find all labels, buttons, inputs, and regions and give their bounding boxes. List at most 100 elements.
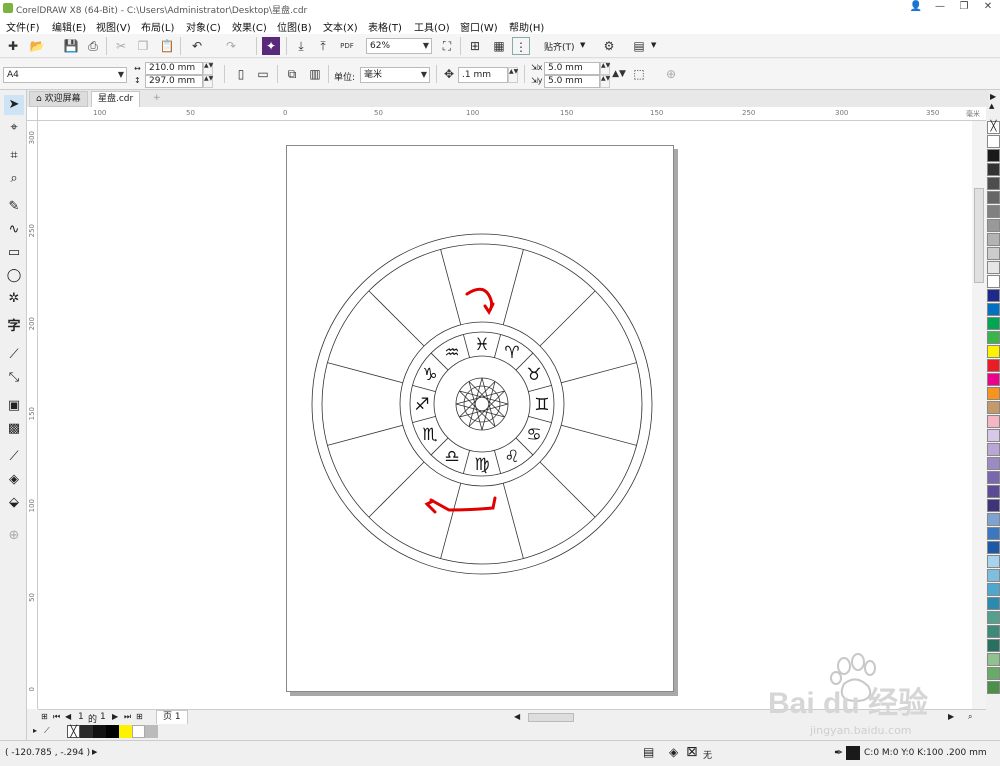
color-swatch[interactable]: [93, 725, 106, 738]
menu-text[interactable]: 文本(X): [323, 19, 358, 34]
fill-bucket-icon[interactable]: ◈: [669, 745, 678, 759]
portrait-icon[interactable]: ▯: [232, 65, 250, 83]
color-swatch[interactable]: [80, 725, 93, 738]
zoom-icon[interactable]: ⌕: [968, 712, 972, 722]
polygon-tool-icon[interactable]: ✲: [4, 289, 24, 309]
vertical-scroll-thumb[interactable]: [974, 188, 984, 283]
cut-icon[interactable]: ✂: [112, 37, 130, 55]
menu-help[interactable]: 帮助(H): [509, 19, 544, 34]
eyedropper-icon[interactable]: ⟋: [4, 447, 24, 467]
drop-shadow-icon[interactable]: ▣: [4, 396, 24, 416]
palette-swatch[interactable]: [987, 513, 1000, 526]
palette-swatch[interactable]: [987, 429, 1000, 442]
palette-swatch[interactable]: [987, 359, 1000, 372]
show-rulers-icon[interactable]: ⊞: [466, 37, 484, 55]
horizontal-ruler[interactable]: 100 50 0 50 100 150 150 250 300 350 毫米: [38, 107, 986, 121]
options-gear-icon[interactable]: ⚙: [600, 37, 618, 55]
palette-swatch[interactable]: [987, 345, 1000, 358]
duplicate-y-field[interactable]: 5.0 mm: [544, 75, 600, 88]
palette-menu-icon[interactable]: ▸: [33, 726, 37, 735]
palette-swatch[interactable]: [987, 401, 1000, 414]
show-guidelines-icon[interactable]: ⋮: [512, 37, 530, 55]
palette-swatch[interactable]: [987, 555, 1000, 568]
units-select[interactable]: 毫米 ▼: [360, 67, 430, 83]
tab-document[interactable]: 星盘.cdr: [91, 91, 141, 107]
prev-page-start-icon[interactable]: ⏮: [53, 712, 60, 722]
add-button-icon[interactable]: ⊕: [662, 65, 680, 83]
search-content-icon[interactable]: ✦: [262, 37, 280, 55]
menu-layout[interactable]: 布局(L): [141, 19, 174, 34]
crop-tool-icon[interactable]: ⌗: [4, 146, 24, 166]
palette-swatch[interactable]: [987, 331, 1000, 344]
next-page-icon[interactable]: ▶: [112, 712, 118, 721]
publish-pdf-icon[interactable]: PDF: [338, 37, 356, 55]
parallel-dimension-icon[interactable]: ⟋: [4, 345, 24, 365]
menu-tools[interactable]: 工具(O): [414, 19, 450, 34]
menu-effects[interactable]: 效果(C): [232, 19, 267, 34]
menu-window[interactable]: 窗口(W): [460, 19, 498, 34]
save-icon[interactable]: 💾: [62, 37, 80, 55]
palette-swatch[interactable]: [987, 317, 1000, 330]
page-size-select[interactable]: A4 ▼: [3, 67, 127, 83]
palette-swatch[interactable]: [987, 135, 1000, 148]
all-pages-icon[interactable]: ⧉: [283, 65, 301, 83]
nudge-distance-field[interactable]: .1 mm: [458, 67, 508, 83]
palette-swatch[interactable]: [987, 163, 1000, 176]
menu-bitmaps[interactable]: 位图(B): [277, 19, 312, 34]
width-spinner[interactable]: ▲▼: [203, 62, 213, 75]
application-launcher-icon[interactable]: ▤: [630, 37, 648, 55]
palette-swatch[interactable]: [987, 611, 1000, 624]
ruler-corner[interactable]: [27, 107, 38, 121]
palette-swatch[interactable]: [987, 667, 1000, 680]
add-tab-button[interactable]: +: [147, 91, 167, 107]
palette-swatch[interactable]: [987, 457, 1000, 470]
palette-swatch[interactable]: [987, 541, 1000, 554]
horizontal-scroll-thumb[interactable]: [528, 713, 574, 722]
ellipse-tool-icon[interactable]: ◯: [4, 266, 24, 286]
color-swatch[interactable]: [145, 725, 158, 738]
menu-view[interactable]: 视图(V): [96, 19, 131, 34]
palette-swatch[interactable]: [987, 569, 1000, 582]
spinner-step-icon[interactable]: ▲▼: [610, 65, 628, 83]
color-swatch[interactable]: [119, 725, 132, 738]
palette-swatch[interactable]: [987, 219, 1000, 232]
page-border-icon[interactable]: ⬚: [630, 65, 648, 83]
palette-swatch[interactable]: [987, 681, 1000, 694]
interactive-fill-icon[interactable]: ◈: [4, 470, 24, 490]
color-swatch[interactable]: [106, 725, 119, 738]
artistic-media-icon[interactable]: ∿: [4, 220, 24, 240]
menu-edit[interactable]: 编辑(E): [52, 19, 86, 34]
open-folder-icon[interactable]: 📂: [28, 37, 46, 55]
palette-scroll-up-icon[interactable]: ▲: [989, 102, 994, 110]
transparency-icon[interactable]: ▩: [4, 419, 24, 439]
palette-swatch[interactable]: [987, 289, 1000, 302]
palette-swatch[interactable]: [987, 625, 1000, 638]
export-icon[interactable]: ⤒: [314, 37, 332, 55]
paste-icon[interactable]: 📋: [158, 37, 176, 55]
duplicate-x-spinner[interactable]: ▲▼: [600, 62, 610, 75]
import-icon[interactable]: ⤓: [292, 37, 310, 55]
pen-outline-icon[interactable]: ✒: [834, 746, 843, 759]
palette-swatch[interactable]: [987, 499, 1000, 512]
palette-swatch[interactable]: [987, 653, 1000, 666]
text-tool-icon[interactable]: 字: [4, 317, 24, 337]
no-color-swatch[interactable]: ╳: [67, 725, 80, 738]
full-screen-icon[interactable]: ⛶: [438, 37, 456, 55]
zoom-level-field[interactable]: 62% ▼: [366, 38, 432, 54]
pick-tool-icon[interactable]: ➤: [4, 95, 24, 115]
palette-swatch[interactable]: [987, 303, 1000, 316]
add-page-icon[interactable]: ⊞: [136, 712, 143, 721]
palette-no-color-swatch[interactable]: ╳: [987, 121, 1000, 134]
nudge-spinner[interactable]: ▲▼: [508, 67, 518, 83]
document-page[interactable]: ♈ ♉ ♊ ♋ ♌ ♍ ♎ ♏ ♐ ♑ ♒ ♓: [286, 145, 674, 692]
palette-swatch[interactable]: [987, 527, 1000, 540]
palette-swatch[interactable]: [987, 415, 1000, 428]
tab-page-1[interactable]: 页 1: [156, 710, 188, 724]
close-button[interactable]: ✕: [976, 0, 1000, 16]
add-tool-icon[interactable]: ⊕: [4, 526, 24, 546]
palette-swatch[interactable]: [987, 639, 1000, 652]
undo-icon[interactable]: ↶: [188, 37, 206, 55]
last-page-icon[interactable]: ⏭: [124, 712, 131, 722]
new-document-icon[interactable]: ✚: [4, 37, 22, 55]
menu-object[interactable]: 对象(C): [186, 19, 221, 34]
